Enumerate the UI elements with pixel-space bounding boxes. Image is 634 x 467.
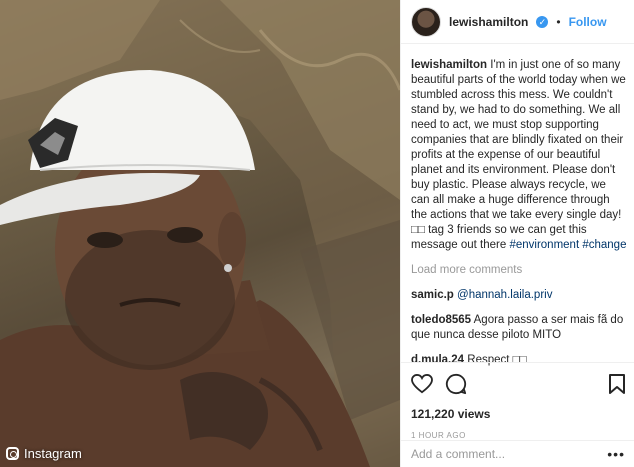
- load-more-comments-button[interactable]: Load more comments: [411, 263, 627, 278]
- add-comment-input[interactable]: [411, 447, 596, 461]
- post-header: lewishamilton ✓ • Follow: [401, 0, 634, 44]
- comments-section: lewishamilton I'm in just one of so many…: [411, 58, 627, 368]
- heart-icon[interactable]: [411, 374, 433, 394]
- post-media[interactable]: Instagram: [0, 0, 400, 467]
- comment-username[interactable]: samic.p: [411, 289, 454, 301]
- follow-button[interactable]: Follow: [569, 15, 607, 29]
- mention-link[interactable]: @hannah.laila.priv: [457, 289, 552, 301]
- post-timestamp: 1 HOUR AGO: [411, 431, 466, 440]
- caption-username[interactable]: lewishamilton: [411, 59, 487, 71]
- caption-text: I'm in just one of so many beautiful par…: [411, 59, 626, 251]
- instagram-watermark: Instagram: [6, 446, 82, 461]
- action-icons: [411, 371, 625, 397]
- hashtag-link[interactable]: #change: [582, 239, 626, 251]
- comment-item: samic.p @hannah.laila.priv: [411, 288, 627, 303]
- view-count[interactable]: 121,220 views: [411, 407, 625, 421]
- caption: lewishamilton I'm in just one of so many…: [411, 58, 627, 253]
- comment-icon[interactable]: [445, 373, 467, 395]
- verified-badge-icon: ✓: [536, 15, 549, 28]
- bookmark-icon[interactable]: [609, 374, 625, 394]
- comment-item: toledo8565 Agora passo a ser mais fã do …: [411, 313, 627, 343]
- comment-username[interactable]: toledo8565: [411, 314, 471, 326]
- add-comment-bar: •••: [401, 440, 634, 467]
- video-frame: [0, 0, 400, 467]
- avatar[interactable]: [411, 6, 441, 37]
- hashtag-link[interactable]: #environment: [509, 239, 579, 251]
- more-options-icon[interactable]: •••: [607, 446, 625, 462]
- separator-dot: •: [556, 14, 561, 29]
- watermark-text: Instagram: [24, 446, 82, 461]
- post-actions: 121,220 views 1 HOUR AGO: [401, 362, 634, 440]
- post-side-panel: lewishamilton ✓ • Follow lewishamilton I…: [400, 0, 634, 467]
- header-username[interactable]: lewishamilton: [449, 15, 528, 29]
- instagram-icon: [6, 447, 19, 460]
